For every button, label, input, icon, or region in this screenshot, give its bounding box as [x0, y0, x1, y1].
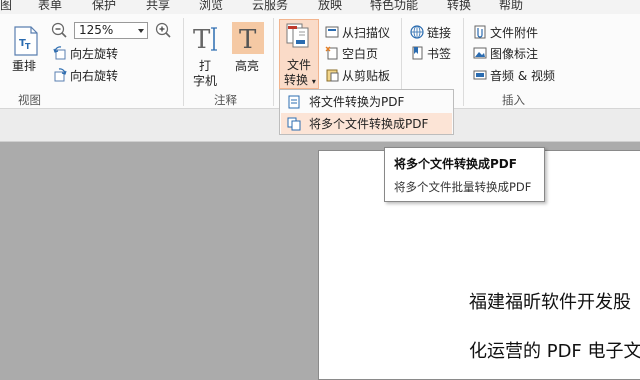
- menu-item-protect[interactable]: 保护: [92, 0, 116, 13]
- from-scanner-button[interactable]: 从扫描仪: [325, 23, 390, 41]
- menu-item-slideshow[interactable]: 放映: [318, 0, 342, 13]
- from-scanner-label: 从扫描仪: [342, 25, 391, 40]
- file-convert-dropdown: 将文件转换为PDF 将多个文件转换成PDF: [279, 89, 454, 135]
- highlight-button[interactable]: T: [232, 22, 264, 57]
- group-separator: [183, 18, 184, 106]
- group-separator: [273, 18, 274, 106]
- file-attachment-label: 文件附件: [490, 25, 539, 40]
- svg-text:T: T: [25, 42, 31, 51]
- rearrange-icon: T T: [14, 26, 38, 56]
- rotate-right-label: 向右旋转: [70, 68, 119, 83]
- file-convert-icon-wrap: [285, 22, 313, 55]
- menu-item-features[interactable]: 特色功能: [370, 0, 418, 13]
- image-annotation-label: 图像标注: [490, 46, 539, 61]
- audio-video-label: 音频 & 视频: [490, 68, 555, 83]
- audio-video-button[interactable]: 音频 & 视频: [473, 66, 555, 84]
- menu-item-browse[interactable]: 浏览: [199, 0, 223, 13]
- image-annotation-button[interactable]: 图像标注: [473, 44, 538, 62]
- typewriter-label-line1: 打: [198, 59, 211, 73]
- menu-item-form[interactable]: 表单: [38, 0, 62, 13]
- menu-item-batch-convert-to-pdf[interactable]: 将多个文件转换成PDF: [281, 113, 452, 134]
- rotate-left-button[interactable]: 向左旋转: [53, 44, 118, 62]
- highlight-icon: T: [232, 22, 264, 55]
- zoom-out-button[interactable]: [51, 22, 67, 41]
- insert-group-label: 插入: [502, 93, 525, 107]
- zoom-out-icon: [51, 22, 67, 38]
- document-icon: [287, 95, 301, 109]
- file-convert-label: 文件 转换 ▾: [284, 58, 316, 89]
- film-icon: [473, 68, 487, 82]
- file-convert-label-line2: 转换 ▾: [284, 73, 316, 87]
- highlight-label: 高亮: [235, 59, 260, 73]
- typewriter-label-line2: 字机: [193, 74, 218, 88]
- document-text-line: 福建福昕软件开发股: [469, 292, 631, 313]
- chevron-down-icon[interactable]: [138, 29, 144, 33]
- link-label: 链接: [427, 25, 452, 40]
- svg-text:T: T: [239, 25, 257, 54]
- bookmark-icon: [410, 46, 424, 60]
- file-attachment-button[interactable]: 文件附件: [473, 23, 538, 41]
- group-separator: [463, 18, 464, 106]
- menu-item-share[interactable]: 共享: [146, 0, 170, 13]
- bookmark-label: 书签: [427, 46, 452, 61]
- svg-text:T: T: [193, 25, 211, 54]
- zoom-combo[interactable]: 125%: [74, 22, 148, 39]
- menu-item-convert-to-pdf[interactable]: 将文件转换为PDF: [281, 91, 452, 112]
- rearrange-label: 重排: [12, 59, 37, 73]
- file-convert-label-line1: 文件: [286, 58, 311, 72]
- chevron-down-icon: ▾: [311, 77, 316, 86]
- menu-item-convert-to-pdf-label: 将文件转换为PDF: [309, 95, 405, 109]
- blank-page-icon: [325, 46, 339, 60]
- annotation-group-label: 注释: [214, 93, 237, 107]
- clipboard-icon: [325, 68, 339, 82]
- rearrange-button[interactable]: T T: [12, 26, 40, 59]
- zoom-value: 125%: [79, 23, 114, 37]
- link-button[interactable]: 链接: [410, 23, 451, 41]
- document-text-line: 化运营的 PDF 电子文: [469, 341, 640, 362]
- blank-page-label: 空白页: [342, 46, 379, 61]
- menu-bar: 图 表单 保护 共享 浏览 云服务 放映 特色功能 转换 帮助: [0, 0, 640, 14]
- view-group-label: 视图: [18, 93, 41, 107]
- typewriter-button[interactable]: T: [190, 24, 220, 57]
- tooltip-title: 将多个文件转换成PDF: [394, 157, 517, 171]
- image-icon: [473, 46, 487, 60]
- typewriter-icon: T: [193, 25, 217, 55]
- from-clipboard-button[interactable]: 从剪贴板: [325, 66, 390, 84]
- bookmark-button[interactable]: 书签: [410, 44, 451, 62]
- scanner-icon: [325, 25, 339, 39]
- paperclip-icon: [473, 25, 487, 39]
- menu-item-convert[interactable]: 转换: [447, 0, 471, 13]
- from-clipboard-label: 从剪贴板: [342, 68, 391, 83]
- typewriter-label: 打 字机: [193, 59, 217, 89]
- documents-icon: [287, 117, 301, 131]
- tooltip-description: 将多个文件批量转换成PDF: [394, 180, 532, 194]
- blank-page-button[interactable]: 空白页: [325, 44, 378, 62]
- tooltip: 将多个文件转换成PDF 将多个文件批量转换成PDF: [384, 147, 545, 202]
- menu-item-batch-convert-to-pdf-label: 将多个文件转换成PDF: [309, 117, 429, 131]
- menu-item-cloud[interactable]: 云服务: [252, 0, 288, 13]
- file-convert-icon: [286, 23, 309, 48]
- rotate-left-label: 向左旋转: [70, 46, 119, 61]
- rotate-left-icon: [53, 46, 67, 60]
- zoom-in-icon: [155, 22, 171, 38]
- menu-item-help[interactable]: 帮助: [499, 0, 523, 13]
- zoom-in-button[interactable]: [155, 22, 171, 41]
- link-icon: [410, 25, 424, 39]
- rotate-right-button[interactable]: 向右旋转: [53, 66, 118, 84]
- rotate-right-icon: [53, 68, 67, 82]
- menu-item-home[interactable]: 图: [0, 0, 12, 13]
